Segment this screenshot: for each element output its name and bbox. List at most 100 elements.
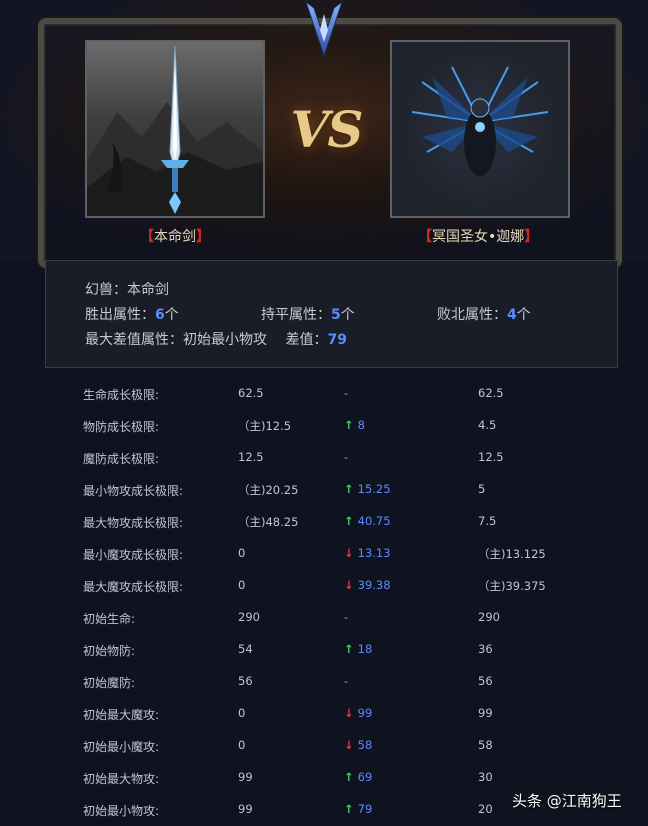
stat-left-value: 99 (238, 770, 253, 784)
stat-row: 最大物攻成长极限: （主)48.25 ↑ 40.75 7.5 (0, 506, 648, 538)
stat-right-value: 20 (478, 802, 493, 816)
stat-label: 初始最小魔攻: (83, 740, 160, 754)
stat-diff: ↑ 79 (344, 802, 372, 816)
diff-value: 79 (327, 332, 347, 348)
left-pet-name: 本命剑 (154, 229, 196, 245)
stat-label: 初始魔防: (83, 676, 136, 690)
lose-label: 败北属性： (437, 307, 507, 323)
stat-row: 物防成长极限: （主)12.5 ↑ 8 4.5 (0, 410, 648, 442)
stat-left-value: （主)20.25 (238, 483, 299, 497)
unit-label: 个 (340, 307, 355, 323)
stat-diff: ↓ 99 (344, 706, 372, 720)
stats-table: 生命成长极限: 62.5-62.5 物防成长极限: （主)12.5 ↑ 8 4.5 魔防成长极… (0, 378, 648, 826)
stat-diff: - (344, 386, 348, 400)
stat-diff-dash: - (344, 610, 349, 624)
stat-label: 最小物攻成长极限: (83, 484, 184, 498)
stat-diff-dash: - (344, 674, 349, 688)
bracket-close: 】 (524, 229, 539, 245)
stat-left-value: 0 (238, 578, 246, 592)
stat-right-value: 5 (478, 482, 486, 496)
stat-diff-value: 40.75 (357, 514, 391, 528)
stat-right-value: 12.5 (478, 450, 504, 464)
stat-row: 初始生命: 290 - 290 (0, 602, 648, 634)
stat-diff-value: 99 (357, 706, 373, 720)
stat-right-value: （主)13.125 (478, 547, 546, 561)
lose-count: 4 (507, 307, 517, 323)
stat-right-value: 4.5 (478, 418, 497, 432)
stat-diff-value: 13.13 (357, 546, 391, 560)
stat-left-value: 290 (238, 610, 260, 624)
stat-row: 初始最小魔攻: 0 ↓ 58 58 (0, 730, 648, 762)
bracket-open: 【 (418, 229, 432, 245)
left-portrait[interactable] (85, 40, 265, 218)
stat-label: 物防成长极限: (83, 420, 160, 434)
stat-label: 最大物攻成长极限: (83, 516, 184, 530)
stat-label: 生命成长极限: (83, 388, 160, 402)
vs-label: VS (290, 100, 364, 159)
unit-label: 个 (516, 307, 531, 323)
pet-row: 幻兽：本命剑 (85, 279, 169, 299)
stat-right-value: 30 (478, 770, 493, 784)
stat-diff-value: 58 (357, 738, 373, 752)
diff-label: 差值： (285, 332, 328, 348)
stat-left-value: 12.5 (238, 450, 264, 464)
down-arrow-icon: ↓ (344, 706, 354, 720)
up-arrow-icon: ↑ (344, 418, 354, 432)
right-pet-name: 冥国圣女•迦娜 (432, 229, 525, 245)
stat-right-value: 56 (478, 674, 493, 688)
draw-label: 持平属性： (261, 307, 331, 323)
stat-right-value: 62.5 (478, 386, 504, 400)
watermark: 头条 @江南狗王 (512, 792, 622, 810)
stat-diff: ↑ 8 (344, 418, 365, 432)
right-portrait[interactable] (390, 40, 570, 218)
down-arrow-icon: ↓ (344, 578, 354, 592)
stat-diff: ↑ 18 (344, 642, 372, 656)
up-arrow-icon: ↑ (344, 482, 354, 496)
stat-row: 魔防成长极限: 12.5 - 12.5 (0, 442, 648, 474)
stat-left-value: （主)12.5 (238, 419, 292, 433)
stat-diff: - (344, 450, 348, 464)
stat-right-value: （主)39.375 (478, 579, 546, 593)
stat-left-value: 54 (238, 642, 253, 656)
stat-row: 初始魔防: 56 - 56 (0, 666, 648, 698)
stat-label: 魔防成长极限: (83, 452, 160, 466)
up-arrow-icon: ↑ (344, 642, 354, 656)
stat-left-value: 0 (238, 738, 246, 752)
stat-label: 初始生命: (83, 612, 136, 626)
bracket-close: 】 (196, 229, 210, 245)
stat-row: 初始物防: 54 ↑ 18 36 (0, 634, 648, 666)
stat-left-value: （主)48.25 (238, 515, 299, 529)
up-arrow-icon: ↑ (344, 802, 354, 816)
pet-name: 本命剑 (127, 282, 169, 298)
stat-row: 最小魔攻成长极限: 0 ↓ 13.13 （主)13.125 (0, 538, 648, 570)
stat-left-value: 0 (238, 546, 246, 560)
stat-right-value: 58 (478, 738, 493, 752)
stat-right-value: 99 (478, 706, 493, 720)
stat-diff: ↓ 13.13 (344, 546, 391, 560)
max-diff-attr: 初始最小物攻 (183, 332, 267, 348)
stat-left-value: 0 (238, 706, 246, 720)
down-arrow-icon: ↓ (344, 738, 354, 752)
pet-label: 幻兽： (85, 282, 127, 298)
stat-diff-value: 79 (357, 802, 373, 816)
win-attr-row: 胜出属性：6个 (85, 304, 179, 324)
stat-left-value: 56 (238, 674, 253, 688)
stat-diff-value: 8 (357, 418, 365, 432)
right-name-label: 【冥国圣女•迦娜】 (418, 226, 538, 246)
stat-label: 初始最小物攻: (83, 804, 160, 818)
stat-diff: ↑ 69 (344, 770, 372, 784)
stat-label: 最小魔攻成长极限: (83, 548, 184, 562)
dark-saint-character-icon (411, 66, 549, 176)
winged-crest-icon (305, 0, 343, 58)
stat-right-value: 7.5 (478, 514, 497, 528)
win-count: 6 (155, 307, 165, 323)
stat-diff: ↓ 39.38 (344, 578, 391, 592)
stat-label: 初始物防: (83, 644, 136, 658)
stat-row: 最大魔攻成长极限: 0 ↓ 39.38 （主)39.375 (0, 570, 648, 602)
up-arrow-icon: ↑ (344, 514, 354, 528)
stat-diff: ↑ 40.75 (344, 514, 391, 528)
stat-left-value: 99 (238, 802, 253, 816)
draw-attr-row: 持平属性：5个 (261, 304, 355, 324)
stat-label: 初始最大物攻: (83, 772, 160, 786)
battle-header: VS 【本命剑】 【冥国圣女•迦娜】 (0, 0, 648, 268)
